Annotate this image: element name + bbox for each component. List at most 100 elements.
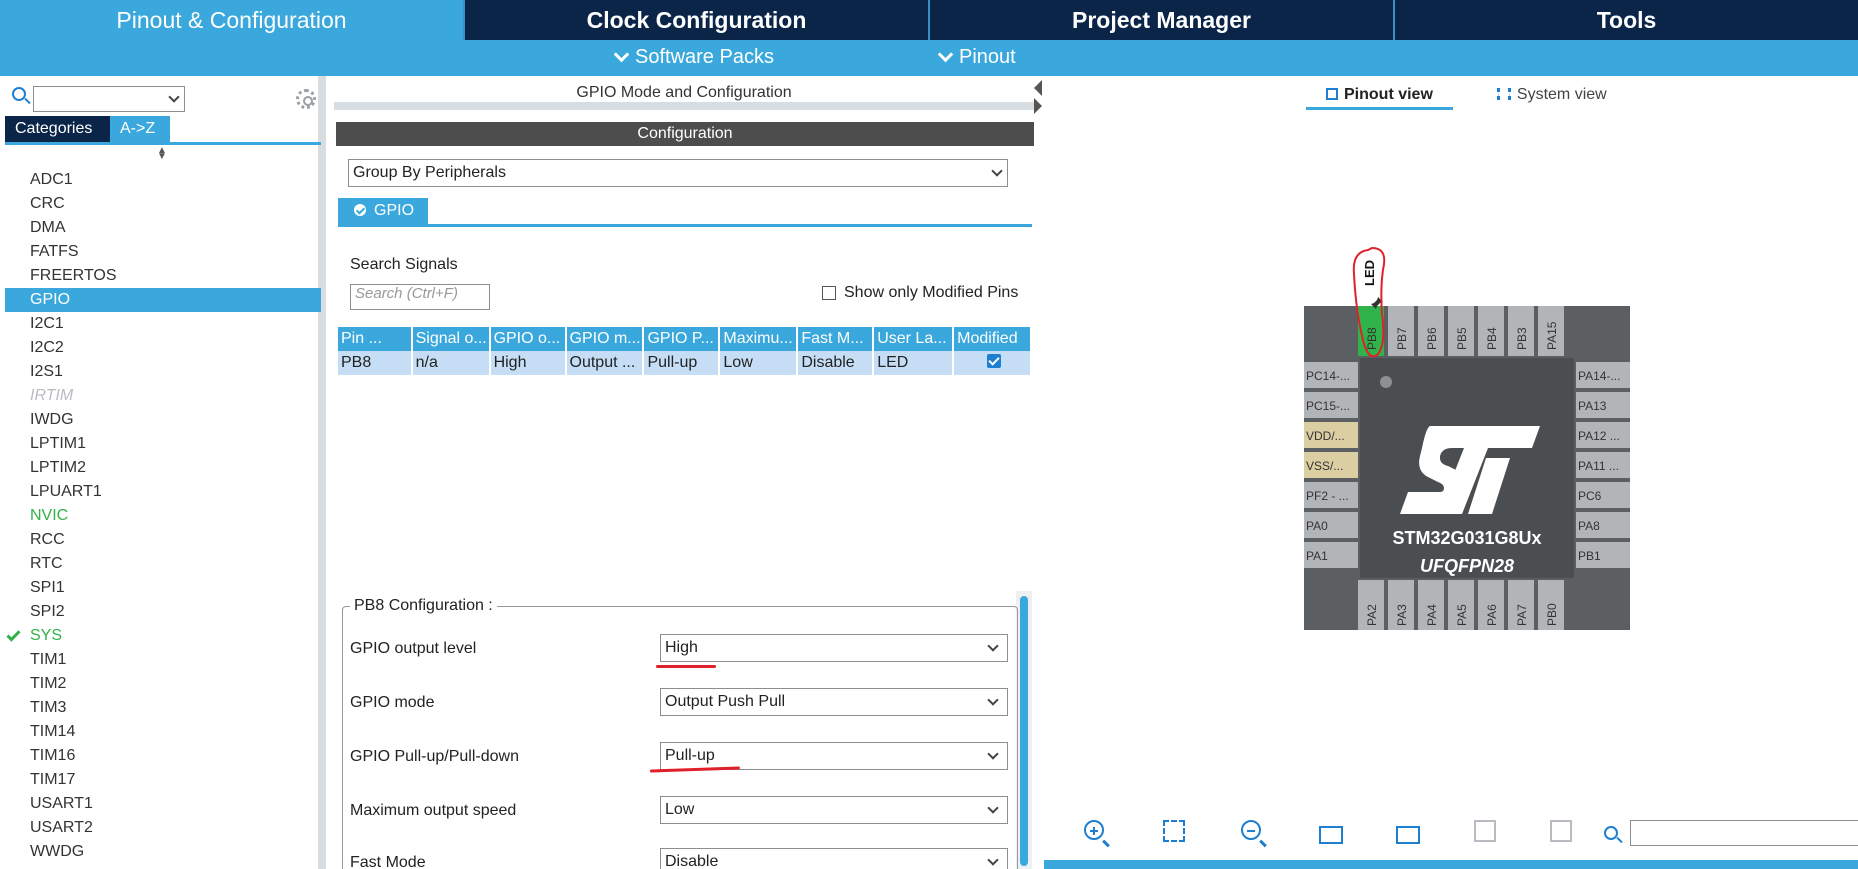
list-item[interactable]: LPTIM1 — [5, 432, 321, 456]
list-item[interactable]: TIM17 — [5, 768, 321, 792]
list-item[interactable]: ADC1 — [5, 168, 321, 192]
pin-pa7[interactable]: PA7 — [1508, 580, 1536, 630]
list-item[interactable]: TIM16 — [5, 744, 321, 768]
col-gpio-mode[interactable]: GPIO m... — [565, 327, 645, 351]
tab-pinout-view[interactable]: Pinout view — [1306, 82, 1453, 110]
gpio-mode-select[interactable]: Output Push Pull — [660, 688, 1008, 716]
pin-pa11[interactable]: PA11 ... — [1576, 452, 1630, 480]
pin-pb4[interactable]: PB4 — [1478, 306, 1506, 356]
bottom-scroll-strip[interactable] — [1044, 860, 1858, 869]
list-item[interactable]: TIM2 — [5, 672, 321, 696]
pin-pa0[interactable]: PA0 — [1304, 512, 1358, 540]
pin-search-input[interactable] — [1630, 820, 1858, 846]
pin-pb1[interactable]: PB1 — [1576, 542, 1630, 570]
pin-vss[interactable]: VSS/... — [1304, 452, 1358, 480]
table-row[interactable]: PB8 n/a High Output ... Pull-up Low Disa… — [338, 351, 1032, 375]
zoom-in-icon[interactable] — [1084, 820, 1110, 848]
list-item[interactable]: TIM3 — [5, 696, 321, 720]
pin-pf2[interactable]: PF2 - ... — [1304, 482, 1358, 510]
show-modified-checkbox[interactable]: Show only Modified Pins — [822, 284, 1018, 302]
list-item[interactable]: DMA — [5, 216, 321, 240]
pin-pa6[interactable]: PA6 — [1478, 580, 1506, 630]
pin-pa1[interactable]: PA1 — [1304, 542, 1358, 570]
list-item[interactable]: IWDG — [5, 408, 321, 432]
pinout-menu[interactable]: Pinout — [937, 46, 1016, 69]
pin-pc6[interactable]: PC6 — [1576, 482, 1630, 510]
pin-pc14[interactable]: PC14-... — [1304, 362, 1358, 390]
max-output-speed-select[interactable]: Low — [660, 796, 1008, 824]
tab-system-view[interactable]: System view — [1477, 82, 1627, 110]
col-fast-mode[interactable]: Fast M... — [797, 327, 875, 351]
fit-to-screen-icon[interactable] — [1163, 820, 1185, 842]
fast-mode-select[interactable]: Disable — [660, 848, 1008, 869]
tab-categories[interactable]: Categories — [5, 116, 110, 142]
col-modified[interactable]: Modified — [953, 327, 1032, 351]
list-item[interactable]: SYS — [5, 624, 321, 648]
list-item[interactable]: LPTIM2 — [5, 456, 321, 480]
list-item[interactable]: TIM14 — [5, 720, 321, 744]
list-item[interactable]: RCC — [5, 528, 321, 552]
group-by-select[interactable]: Group By Peripherals — [348, 159, 1008, 187]
tab-clock-configuration[interactable]: Clock Configuration — [465, 0, 930, 40]
col-user-label[interactable]: User La... — [873, 327, 955, 351]
list-item[interactable]: LPUART1 — [5, 480, 321, 504]
gpio-pull-select[interactable]: Pull-up — [660, 742, 1008, 770]
pin-pa2[interactable]: PA2 — [1358, 580, 1386, 630]
list-item[interactable]: I2S1 — [5, 360, 321, 384]
list-item[interactable]: NVIC — [5, 504, 321, 528]
signal-search-input[interactable]: Search (Ctrl+F) — [350, 284, 490, 310]
list-item[interactable]: TIM1 — [5, 648, 321, 672]
pin-pa15[interactable]: PA15 — [1538, 306, 1566, 356]
panel-splitter[interactable] — [1034, 76, 1044, 869]
list-item[interactable]: I2C1 — [5, 312, 321, 336]
col-gpio-output[interactable]: GPIO o... — [489, 327, 567, 351]
pin-pa12[interactable]: PA12 ... — [1576, 422, 1630, 450]
search-icon[interactable] — [1604, 826, 1618, 840]
col-max-speed[interactable]: Maximu... — [719, 327, 799, 351]
software-packs-menu[interactable]: Software Packs — [613, 46, 774, 69]
rotate-left-icon[interactable] — [1396, 826, 1420, 844]
tab-gpio[interactable]: GPIO — [338, 198, 428, 224]
list-item[interactable]: WWDG — [5, 840, 321, 864]
pin-pb3[interactable]: PB3 — [1508, 306, 1536, 356]
col-gpio-pull[interactable]: GPIO P... — [643, 327, 721, 351]
tab-project-manager[interactable]: Project Manager — [930, 0, 1395, 40]
tab-pinout-configuration[interactable]: Pinout & Configuration — [0, 0, 465, 40]
list-item[interactable]: USART1 — [5, 792, 321, 816]
col-pin[interactable]: Pin ... — [338, 327, 413, 351]
pin-pa13[interactable]: PA13 — [1576, 392, 1630, 420]
list-item[interactable]: USART2 — [5, 816, 321, 840]
pin-pb0[interactable]: PB0 — [1538, 580, 1566, 630]
list-item[interactable]: SPI2 — [5, 600, 321, 624]
list-item[interactable]: RTC — [5, 552, 321, 576]
collapse-left-icon[interactable] — [1034, 80, 1042, 96]
list-item[interactable]: SPI1 — [5, 576, 321, 600]
gear-icon[interactable] — [296, 89, 316, 109]
tab-tools[interactable]: Tools — [1395, 0, 1858, 40]
checked-checkbox-icon[interactable] — [986, 353, 1001, 368]
rotate-right-icon[interactable] — [1319, 826, 1343, 844]
list-item[interactable]: CRC — [5, 192, 321, 216]
pin-pb6[interactable]: PB6 — [1418, 306, 1446, 356]
list-item[interactable]: I2C2 — [5, 336, 321, 360]
pin-pb5[interactable]: PB5 — [1448, 306, 1476, 356]
pin-pa5[interactable]: PA5 — [1448, 580, 1476, 630]
pin-pa4[interactable]: PA4 — [1418, 580, 1446, 630]
list-item[interactable]: FREERTOS — [5, 264, 321, 288]
pin-vdd[interactable]: VDD/... — [1304, 422, 1358, 450]
pin-pc15[interactable]: PC15-... — [1304, 392, 1358, 420]
gpio-output-level-select[interactable]: High — [660, 634, 1008, 662]
checkbox-icon[interactable] — [822, 286, 836, 300]
col-signal[interactable]: Signal o... — [411, 327, 491, 351]
list-item-selected[interactable]: GPIO — [5, 288, 321, 312]
tab-a-z[interactable]: A->Z — [110, 116, 170, 142]
list-item[interactable]: FATFS — [5, 240, 321, 264]
zoom-out-icon[interactable] — [1241, 820, 1267, 848]
pin-pa8[interactable]: PA8 — [1576, 512, 1630, 540]
expand-right-icon[interactable] — [1034, 98, 1042, 114]
pin-pa14[interactable]: PA14-... — [1576, 362, 1630, 390]
scrollbar-thumb[interactable] — [1020, 596, 1028, 866]
category-search-input[interactable] — [33, 86, 185, 112]
sort-icon[interactable]: ▲ ▼ — [157, 146, 167, 162]
search-icon[interactable] — [12, 87, 26, 101]
